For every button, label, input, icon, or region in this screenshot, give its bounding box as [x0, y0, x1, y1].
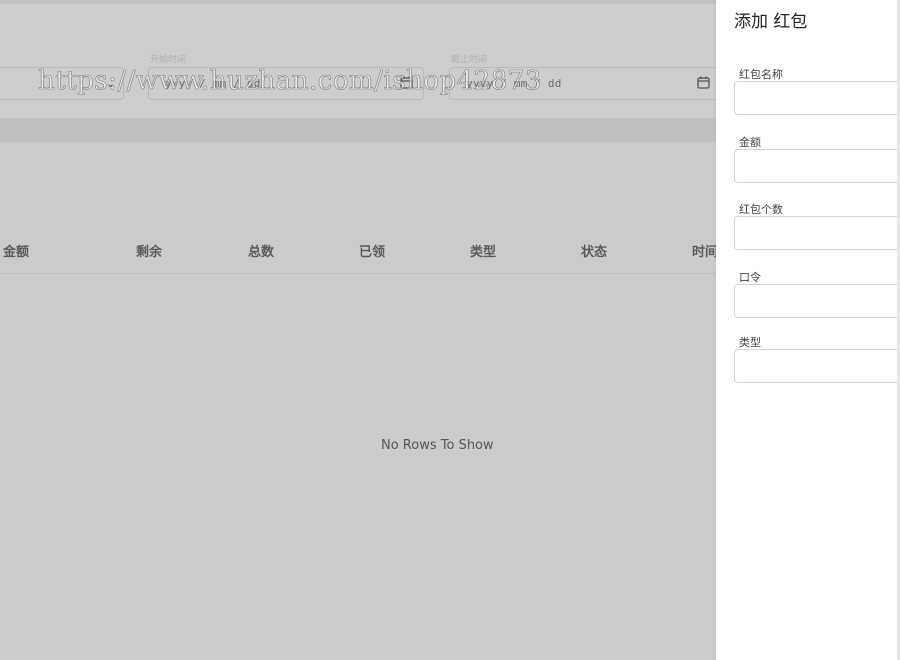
column-header-type[interactable]: 类型	[470, 241, 496, 260]
packet-count-input[interactable]	[734, 216, 900, 250]
grid-header: 金额 剩余 总数 已领 类型 状态 时间	[0, 228, 716, 274]
background-page: ⌄ 开始时间 yyyy / mm / dd 截止时间 yyyy / mm / d…	[0, 0, 716, 660]
packet-name-label: 红包名称	[739, 68, 783, 81]
calendar-icon[interactable]	[697, 76, 710, 89]
filter-bar	[0, 4, 716, 118]
type-label: 类型	[739, 336, 761, 349]
column-header-amount[interactable]: 金额	[3, 241, 29, 260]
column-header-claimed[interactable]: 已领	[359, 241, 385, 260]
column-header-remaining[interactable]: 剩余	[136, 241, 162, 260]
column-header-status[interactable]: 状态	[581, 241, 607, 260]
add-red-packet-drawer: 添加 红包 红包名称 金额 红包个数 口令 类型	[716, 0, 900, 660]
type-input[interactable]	[734, 349, 900, 383]
password-input[interactable]	[734, 284, 900, 318]
end-date-label: 截止时间	[451, 55, 488, 65]
empty-grid-message: No Rows To Show	[381, 438, 494, 453]
column-header-total[interactable]: 总数	[248, 241, 274, 260]
packet-name-input[interactable]	[734, 81, 900, 115]
watermark: https://www.huzhan.com/ishop42873	[38, 66, 542, 97]
amount-label: 金额	[739, 136, 761, 149]
drawer-title: 添加 红包	[734, 12, 808, 32]
column-header-time[interactable]: 时间	[692, 241, 716, 260]
start-date-label: 开始时间	[150, 55, 187, 65]
password-label: 口令	[739, 271, 761, 284]
packet-count-label: 红包个数	[739, 203, 783, 216]
toolbar-band	[0, 118, 716, 142]
amount-input[interactable]	[734, 149, 900, 183]
